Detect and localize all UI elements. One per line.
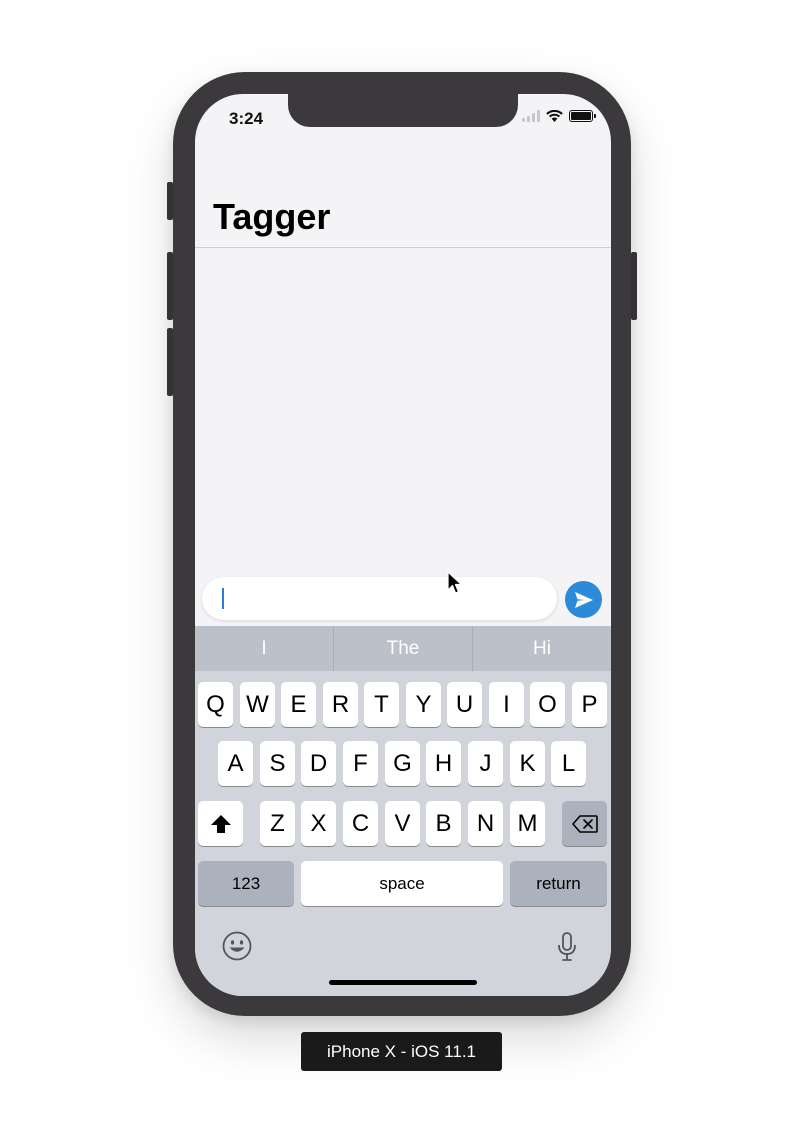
battery-icon [569,110,596,122]
delete-key[interactable] [562,801,607,846]
key-k[interactable]: K [510,741,545,786]
suggestion-item[interactable]: The [333,626,472,671]
key-j[interactable]: J [468,741,503,786]
message-input[interactable] [202,577,557,620]
key-g[interactable]: G [385,741,420,786]
key-u[interactable]: U [447,682,482,727]
screen: 3:24 Tagger I The Hi Q W E R T Y U I O P… [195,94,611,996]
key-v[interactable]: V [385,801,420,846]
key-z[interactable]: Z [260,801,295,846]
cellular-signal-icon [522,110,540,122]
key-s[interactable]: S [260,741,295,786]
status-time: 3:24 [229,109,264,128]
key-t[interactable]: T [364,682,399,727]
text-caret [222,588,224,609]
key-y[interactable]: Y [406,682,441,727]
suggestion-item[interactable]: I [195,626,333,671]
suggestion-item[interactable]: Hi [472,626,611,671]
power-button [631,252,637,320]
mouse-pointer-icon [447,571,463,594]
space-key[interactable]: space [301,861,503,906]
key-b[interactable]: B [426,801,461,846]
key-i[interactable]: I [489,682,524,727]
key-c[interactable]: C [343,801,378,846]
key-n[interactable]: N [468,801,503,846]
notch [288,94,518,127]
nav-divider [195,247,611,248]
key-d[interactable]: D [301,741,336,786]
predictive-bar: I The Hi [195,626,611,671]
key-f[interactable]: F [343,741,378,786]
emoji-icon [222,931,252,961]
key-w[interactable]: W [240,682,275,727]
device-label: iPhone X - iOS 11.1 [301,1032,502,1071]
keyboard: I The Hi Q W E R T Y U I O P A S D F G H… [195,626,611,996]
microphone-icon [558,932,576,961]
wifi-icon [546,110,563,122]
shift-icon [210,814,231,833]
key-q[interactable]: Q [198,682,233,727]
return-key[interactable]: return [510,861,607,906]
dictation-button[interactable] [553,930,581,964]
backspace-icon [571,814,598,833]
numbers-key[interactable]: 123 [198,861,294,906]
key-e[interactable]: E [281,682,316,727]
key-x[interactable]: X [301,801,336,846]
key-l[interactable]: L [551,741,586,786]
key-r[interactable]: R [323,682,358,727]
key-m[interactable]: M [510,801,545,846]
key-o[interactable]: O [530,682,565,727]
status-icons [522,110,596,122]
shift-key[interactable] [198,801,243,846]
composer-bar [195,572,611,626]
key-h[interactable]: H [426,741,461,786]
page-title: Tagger [213,196,331,237]
key-p[interactable]: P [572,682,607,727]
emoji-button[interactable] [221,930,253,962]
key-a[interactable]: A [218,741,253,786]
send-button[interactable] [565,581,602,618]
home-indicator[interactable] [329,980,477,985]
send-icon [574,591,593,608]
